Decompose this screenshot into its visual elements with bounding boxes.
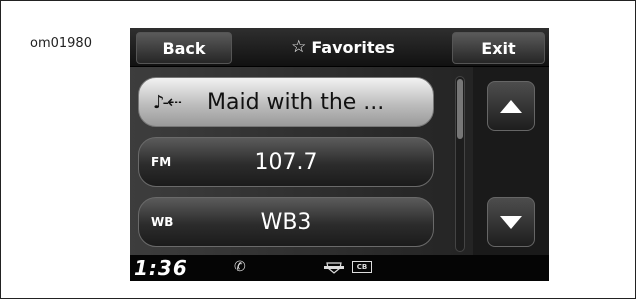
scroll-thumb[interactable] xyxy=(457,79,463,139)
station-label: WB3 xyxy=(260,209,312,235)
top-bar: Back ☆ Favorites Exit xyxy=(130,28,549,67)
figure-id-label: om01980 xyxy=(30,36,92,51)
station-label: 107.7 xyxy=(254,149,318,175)
scroll-controls xyxy=(473,67,549,255)
arrow-up-icon xyxy=(500,99,522,113)
arrow-down-icon xyxy=(500,215,522,229)
back-button[interactable]: Back xyxy=(136,32,232,64)
favorite-item-wb[interactable]: WB WB3 xyxy=(138,197,434,247)
favorites-title: ☆ Favorites xyxy=(248,32,438,62)
phone-icon: ✆ xyxy=(234,259,246,275)
cb-icon: CB xyxy=(352,261,372,273)
favorite-item-label: Maid with the ... xyxy=(207,89,385,115)
bar-and-shield-logo-icon xyxy=(324,262,344,274)
list-scrollbar[interactable] xyxy=(455,76,465,252)
favorites-label: Favorites xyxy=(311,37,395,57)
exit-button[interactable]: Exit xyxy=(452,32,545,64)
infotainment-screen: Back ☆ Favorites Exit ♪-⇠ Maid with the … xyxy=(130,28,549,281)
scroll-down-button[interactable] xyxy=(487,197,535,247)
favorite-item-fm[interactable]: FM 107.7 xyxy=(138,137,434,187)
clock-time: 1:36 xyxy=(134,256,188,280)
star-outline-icon: ☆ xyxy=(291,37,307,57)
music-usb-icon: ♪-⇠ xyxy=(153,91,182,113)
scroll-up-button[interactable] xyxy=(487,81,535,131)
favorite-item-media[interactable]: ♪-⇠ Maid with the ... xyxy=(138,77,434,127)
status-bar: 1:36 ✆ CB xyxy=(130,255,549,281)
